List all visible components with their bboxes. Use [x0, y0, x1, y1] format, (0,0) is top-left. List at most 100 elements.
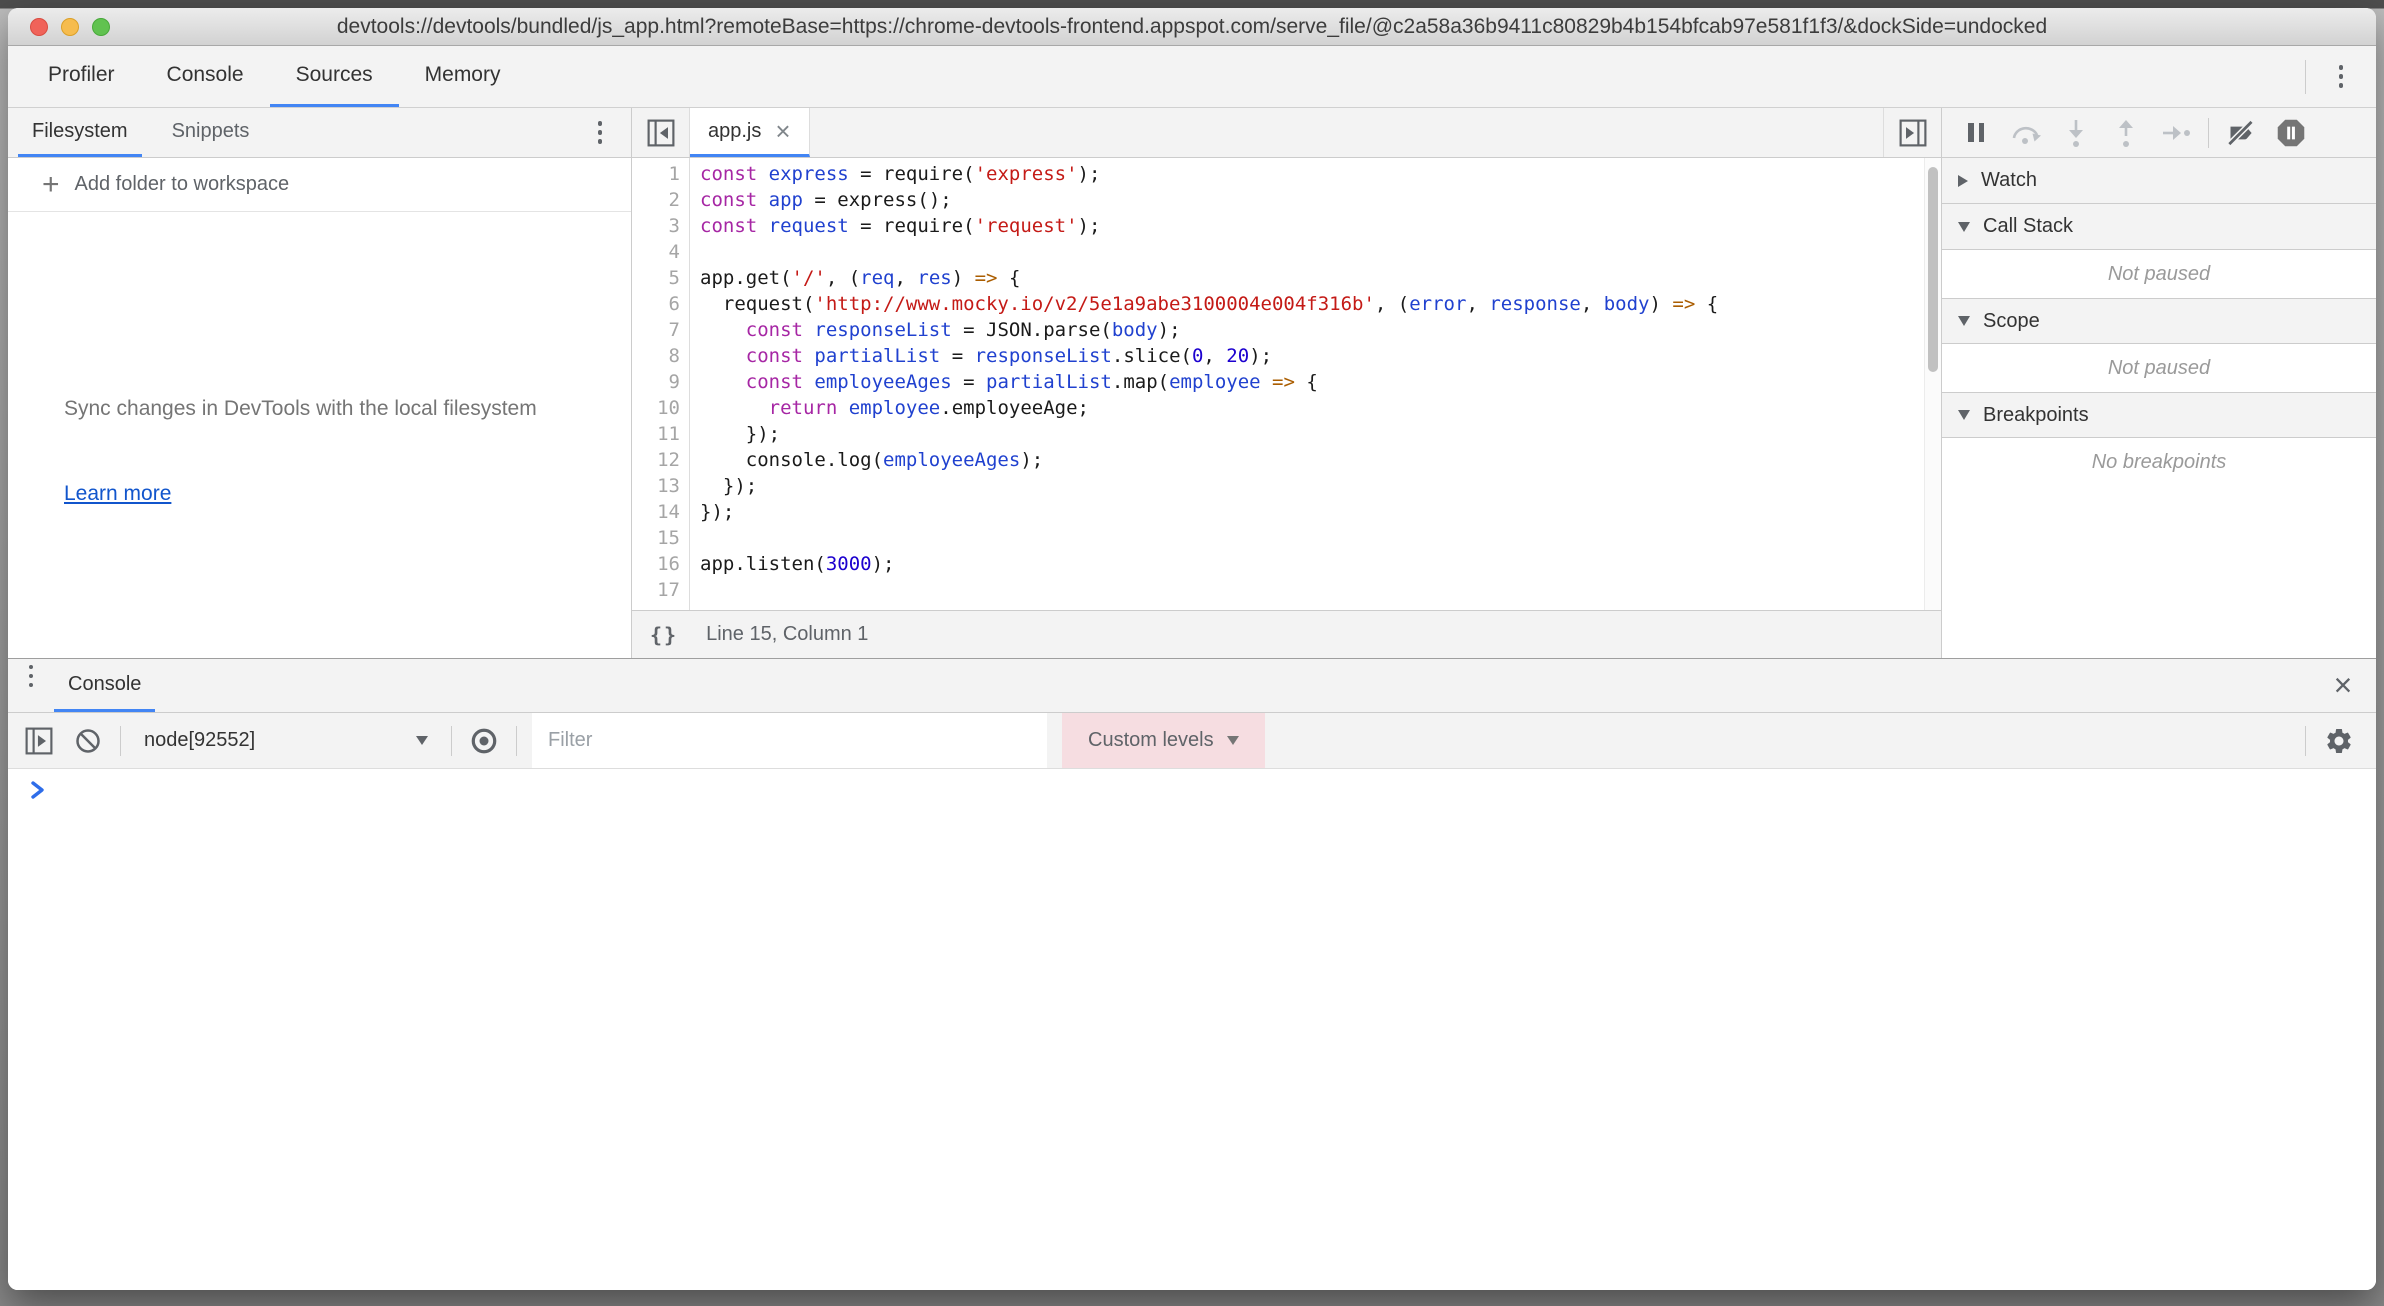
show-console-sidebar-button[interactable]	[22, 724, 56, 758]
code-line: const responseList = JSON.parse(body);	[700, 319, 1921, 345]
toggle-navigator-button[interactable]	[632, 108, 690, 157]
execution-context-selector[interactable]: node[92552]	[136, 729, 436, 752]
code-line: const partialList = responseList.slice(0…	[700, 345, 1921, 371]
file-tab-appjs[interactable]: app.js ×	[690, 108, 810, 157]
code-line: const express = require('express');	[700, 163, 1921, 189]
traffic-lights	[30, 18, 110, 36]
scrollbar-thumb[interactable]	[1928, 167, 1938, 372]
plus-icon: +	[42, 170, 60, 200]
tab-memory[interactable]: Memory	[399, 46, 527, 107]
toolbar-separator	[2305, 726, 2306, 756]
drawer-header: Console ×	[8, 659, 2376, 713]
disclosure-triangle-icon	[1958, 410, 1970, 420]
pause-icon	[1968, 123, 1984, 142]
console-settings-button[interactable]	[2322, 724, 2356, 758]
tab-snippets[interactable]: Snippets	[158, 108, 264, 157]
line-number[interactable]: 13	[632, 475, 689, 501]
console-filter-input[interactable]	[532, 713, 1047, 768]
navigator-menu-kebab-icon[interactable]	[583, 116, 617, 150]
create-live-expression-button[interactable]	[467, 724, 501, 758]
call-stack-content: Not paused	[1942, 250, 2376, 298]
code-editor[interactable]: 1234567891011121314151617 const express …	[632, 158, 1941, 610]
close-drawer-icon[interactable]: ×	[2310, 659, 2376, 712]
code-line: });	[700, 423, 1921, 449]
section-label: Call Stack	[1983, 215, 2073, 238]
editor-pane: app.js × 1234567891011121314151617 const…	[632, 108, 1942, 658]
title-bar[interactable]: devtools://devtools/bundled/js_app.html?…	[8, 8, 2376, 46]
step-over-button[interactable]	[2008, 116, 2044, 150]
line-number[interactable]: 3	[632, 215, 689, 241]
disclosure-triangle-icon	[1958, 316, 1970, 326]
line-number[interactable]: 17	[632, 579, 689, 605]
pause-on-exceptions-button[interactable]	[2273, 116, 2309, 150]
code-line: const request = require('request');	[700, 215, 1921, 241]
code-line: app.get('/', (req, res) => {	[700, 267, 1921, 293]
line-number[interactable]: 1	[632, 163, 689, 189]
toolbar-separator	[120, 726, 121, 756]
scope-content: Not paused	[1942, 344, 2376, 392]
pretty-print-button[interactable]: {}	[650, 623, 678, 647]
editor-tab-bar: app.js ×	[632, 108, 1941, 158]
line-number[interactable]: 15	[632, 527, 689, 553]
console-prompt[interactable]	[8, 769, 2376, 1290]
step-over-icon	[2010, 120, 2042, 146]
minimize-window-button[interactable]	[61, 18, 79, 36]
step-out-button[interactable]	[2108, 116, 2144, 150]
drawer-tab-console[interactable]: Console	[54, 659, 155, 712]
zoom-window-button[interactable]	[92, 18, 110, 36]
panel-right-icon	[1899, 119, 1927, 147]
line-number[interactable]: 9	[632, 371, 689, 397]
debugger-sidebar: Watch Call Stack Not paused Scope Not pa…	[1942, 108, 2376, 658]
tab-sources[interactable]: Sources	[270, 46, 399, 107]
log-levels-dropdown[interactable]: Custom levels	[1062, 713, 1265, 768]
line-number[interactable]: 12	[632, 449, 689, 475]
code-line	[700, 579, 1921, 605]
section-call-stack[interactable]: Call Stack	[1942, 204, 2376, 250]
section-scope[interactable]: Scope	[1942, 298, 2376, 344]
tab-console[interactable]: Console	[141, 46, 270, 107]
learn-more-link[interactable]: Learn more	[64, 482, 631, 506]
line-number[interactable]: 6	[632, 293, 689, 319]
pause-script-button[interactable]	[1958, 116, 1994, 150]
section-breakpoints[interactable]: Breakpoints	[1942, 392, 2376, 438]
toggle-debugger-sidebar-button[interactable]	[1883, 108, 1941, 157]
add-folder-button[interactable]: + Add folder to workspace	[8, 158, 631, 212]
close-window-button[interactable]	[30, 18, 48, 36]
line-number[interactable]: 4	[632, 241, 689, 267]
line-number[interactable]: 7	[632, 319, 689, 345]
line-number[interactable]: 5	[632, 267, 689, 293]
code-line: });	[700, 501, 1921, 527]
tab-profiler[interactable]: Profiler	[22, 46, 141, 107]
drawer-menu-kebab-icon[interactable]	[8, 659, 54, 693]
deactivate-breakpoints-icon	[2226, 119, 2256, 147]
chevron-down-icon	[416, 736, 428, 745]
line-number[interactable]: 10	[632, 397, 689, 423]
toolbar-separator	[451, 726, 452, 756]
editor-scrollbar[interactable]	[1924, 158, 1941, 610]
section-watch[interactable]: Watch	[1942, 158, 2376, 204]
step-button[interactable]	[2158, 116, 2194, 150]
line-number[interactable]: 11	[632, 423, 689, 449]
clear-console-button[interactable]	[71, 724, 105, 758]
toolbar-separator	[2208, 118, 2209, 148]
line-number[interactable]: 2	[632, 189, 689, 215]
code-line	[700, 527, 1921, 553]
code-line: const app = express();	[700, 189, 1921, 215]
main-menu-kebab-icon[interactable]	[2324, 60, 2358, 94]
line-number[interactable]: 14	[632, 501, 689, 527]
console-drawer: Console × node[92552]	[8, 658, 2376, 1290]
tab-filesystem[interactable]: Filesystem	[18, 108, 142, 157]
line-number[interactable]: 16	[632, 553, 689, 579]
breakpoints-content: No breakpoints	[1942, 438, 2376, 486]
disclosure-triangle-icon	[1958, 222, 1970, 232]
code-line: app.listen(3000);	[700, 553, 1921, 579]
code-line: });	[700, 475, 1921, 501]
step-into-button[interactable]	[2058, 116, 2094, 150]
console-toolbar: node[92552] Custom levels	[8, 713, 2376, 769]
devtools-window: devtools://devtools/bundled/js_app.html?…	[8, 8, 2376, 1290]
line-number[interactable]: 8	[632, 345, 689, 371]
editor-code: const express = require('express');const…	[690, 158, 1941, 610]
close-tab-icon[interactable]: ×	[775, 118, 790, 144]
section-label: Scope	[1983, 310, 2040, 333]
deactivate-breakpoints-button[interactable]	[2223, 116, 2259, 150]
